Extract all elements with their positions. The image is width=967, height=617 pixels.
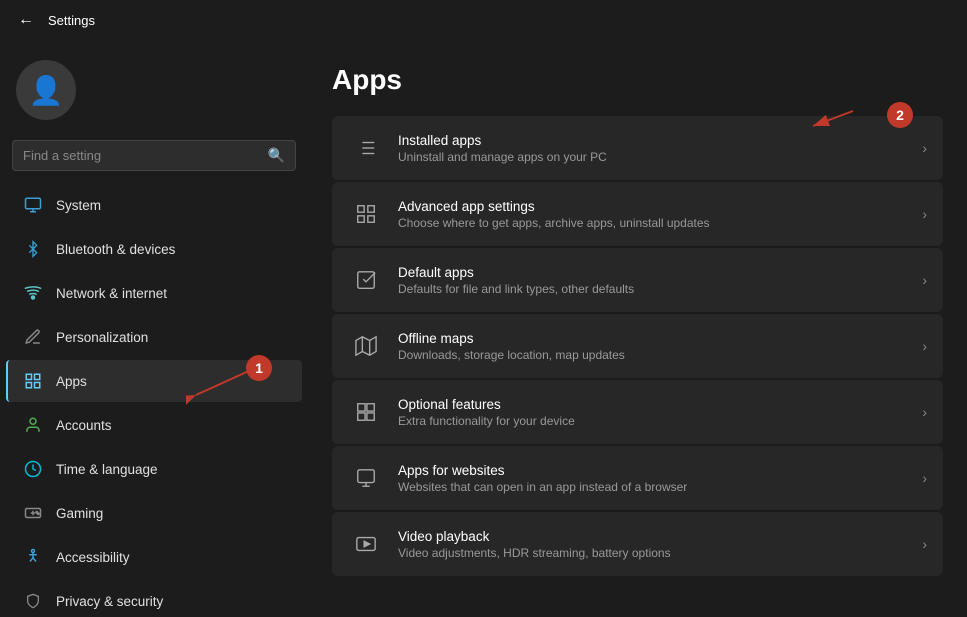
offline-maps-icon — [348, 328, 384, 364]
default-apps-desc: Defaults for file and link types, other … — [398, 282, 922, 296]
setting-installed-apps[interactable]: Installed apps Uninstall and manage apps… — [332, 116, 943, 180]
apps-icon — [22, 370, 44, 392]
main-layout: 👤 🔍 System Bluetooth & devices Networ — [0, 40, 967, 617]
default-apps-text: Default apps Defaults for file and link … — [398, 265, 922, 296]
offline-maps-chevron: › — [922, 338, 927, 354]
advanced-settings-desc: Choose where to get apps, archive apps, … — [398, 216, 922, 230]
title-bar: ← Settings — [0, 0, 967, 40]
sidebar-item-privacy[interactable]: Privacy & security — [6, 580, 302, 617]
sidebar-item-system[interactable]: System — [6, 184, 302, 226]
sidebar-item-time[interactable]: Time & language — [6, 448, 302, 490]
setting-video-playback[interactable]: Video playback Video adjustments, HDR st… — [332, 512, 943, 576]
sidebar-item-network-label: Network & internet — [56, 286, 167, 301]
sidebar-item-privacy-label: Privacy & security — [56, 594, 163, 609]
offline-maps-text: Offline maps Downloads, storage location… — [398, 331, 922, 362]
optional-features-text: Optional features Extra functionality fo… — [398, 397, 922, 428]
sidebar-item-gaming[interactable]: Gaming — [6, 492, 302, 534]
settings-list: Installed apps Uninstall and manage apps… — [332, 116, 943, 576]
sidebar-item-apps[interactable]: Apps — [6, 360, 302, 402]
sidebar-item-gaming-label: Gaming — [56, 506, 103, 521]
accessibility-icon — [22, 546, 44, 568]
optional-features-title: Optional features — [398, 397, 922, 412]
sidebar-item-accounts-label: Accounts — [56, 418, 112, 433]
setting-optional-features[interactable]: Optional features Extra functionality fo… — [332, 380, 943, 444]
content-area: Apps Installed apps Uninstall and manage… — [308, 40, 967, 617]
default-apps-chevron: › — [922, 272, 927, 288]
apps-for-websites-text: Apps for websites Websites that can open… — [398, 463, 922, 494]
optional-features-desc: Extra functionality for your device — [398, 414, 922, 428]
network-icon — [22, 282, 44, 304]
search-box[interactable]: 🔍 — [12, 140, 296, 171]
bluetooth-icon — [22, 238, 44, 260]
default-apps-title: Default apps — [398, 265, 922, 280]
video-playback-title: Video playback — [398, 529, 922, 544]
sidebar-item-network[interactable]: Network & internet — [6, 272, 302, 314]
apps-for-websites-desc: Websites that can open in an app instead… — [398, 480, 922, 494]
sidebar-item-time-label: Time & language — [56, 462, 158, 477]
sidebar-item-apps-label: Apps — [56, 374, 87, 389]
search-input[interactable] — [23, 148, 268, 163]
installed-apps-text: Installed apps Uninstall and manage apps… — [398, 133, 922, 164]
video-playback-chevron: › — [922, 536, 927, 552]
video-playback-desc: Video adjustments, HDR streaming, batter… — [398, 546, 922, 560]
installed-apps-title: Installed apps — [398, 133, 922, 148]
personalization-icon — [22, 326, 44, 348]
sidebar-item-accessibility-label: Accessibility — [56, 550, 130, 565]
sidebar-item-personalization[interactable]: Personalization — [6, 316, 302, 358]
optional-features-chevron: › — [922, 404, 927, 420]
search-icon[interactable]: 🔍 — [268, 147, 285, 164]
avatar-section: 👤 — [0, 48, 308, 140]
advanced-settings-chevron: › — [922, 206, 927, 222]
offline-maps-title: Offline maps — [398, 331, 922, 346]
privacy-icon — [22, 590, 44, 612]
offline-maps-desc: Downloads, storage location, map updates — [398, 348, 922, 362]
advanced-settings-icon — [348, 196, 384, 232]
annotation-arrow-2 — [803, 106, 883, 136]
system-icon — [22, 194, 44, 216]
sidebar-item-bluetooth[interactable]: Bluetooth & devices — [6, 228, 302, 270]
setting-apps-for-websites[interactable]: Apps for websites Websites that can open… — [332, 446, 943, 510]
default-apps-icon — [348, 262, 384, 298]
video-playback-icon — [348, 526, 384, 562]
setting-advanced-app-settings[interactable]: Advanced app settings Choose where to ge… — [332, 182, 943, 246]
sidebar-item-accounts[interactable]: Accounts — [6, 404, 302, 446]
setting-offline-maps[interactable]: Offline maps Downloads, storage location… — [332, 314, 943, 378]
video-playback-text: Video playback Video adjustments, HDR st… — [398, 529, 922, 560]
sidebar-item-bluetooth-label: Bluetooth & devices — [56, 242, 175, 257]
sidebar: 👤 🔍 System Bluetooth & devices Networ — [0, 40, 308, 617]
back-button[interactable]: ← — [12, 6, 40, 34]
apps-for-websites-icon — [348, 460, 384, 496]
advanced-settings-title: Advanced app settings — [398, 199, 922, 214]
advanced-settings-text: Advanced app settings Choose where to ge… — [398, 199, 922, 230]
accounts-icon — [22, 414, 44, 436]
sidebar-item-accessibility[interactable]: Accessibility — [6, 536, 302, 578]
installed-apps-desc: Uninstall and manage apps on your PC — [398, 150, 922, 164]
installed-apps-icon — [348, 130, 384, 166]
time-icon — [22, 458, 44, 480]
sidebar-item-system-label: System — [56, 198, 101, 213]
avatar[interactable]: 👤 — [16, 60, 76, 120]
apps-for-websites-chevron: › — [922, 470, 927, 486]
sidebar-item-personalization-label: Personalization — [56, 330, 148, 345]
page-title: Apps — [332, 64, 943, 96]
gaming-icon — [22, 502, 44, 524]
app-title: Settings — [48, 13, 95, 28]
installed-apps-chevron: › — [922, 140, 927, 156]
annotation-badge-2: 2 — [887, 102, 913, 128]
apps-for-websites-title: Apps for websites — [398, 463, 922, 478]
setting-default-apps[interactable]: Default apps Defaults for file and link … — [332, 248, 943, 312]
optional-features-icon — [348, 394, 384, 430]
